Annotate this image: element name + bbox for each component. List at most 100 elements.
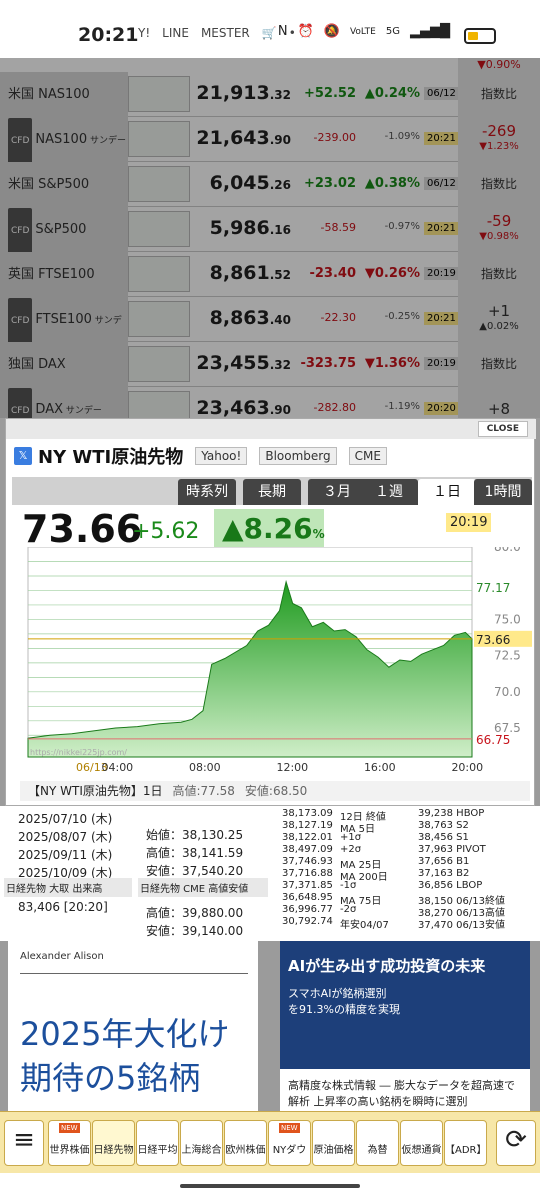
ma-value: 37,716.88 — [282, 868, 333, 879]
tab-1-week[interactable]: １週 — [360, 479, 418, 505]
ma-label: 年安04/07 — [340, 920, 389, 931]
x-tick-label: 20:00 — [451, 761, 483, 774]
ma-value: 36,648.95 — [282, 892, 333, 903]
pivot-value: 39,238 HBOP — [418, 808, 485, 819]
nikkei-futures-panel: 2025/07/10 (木) 2025/08/07 (木) 2025/09/11 (… — [0, 806, 540, 941]
x-tick-label: 04:00 — [101, 761, 133, 774]
nav-item[interactable]: 為替 — [356, 1120, 399, 1166]
ma-label: -2σ — [340, 904, 357, 915]
source-bloomberg-link[interactable]: Bloomberg — [259, 447, 337, 465]
y-tick-label: 72.5 — [494, 649, 521, 663]
tab-timeseries[interactable]: 時系列 — [178, 479, 236, 505]
chart-watermark: https://nikkei225jp.com/ — [30, 748, 127, 757]
source-cme-link[interactable]: CME — [348, 447, 387, 465]
signal-icon: ▂▄▆█ — [410, 24, 450, 39]
refresh-button[interactable]: ⟳ — [496, 1120, 536, 1166]
nav-item[interactable]: 上海総合 — [180, 1120, 223, 1166]
futures-stat: 安値：37,540.20 — [146, 864, 244, 878]
tab-1-hour[interactable]: 1時間 — [474, 479, 532, 505]
footer-title: 【NY WTI原油先物】1日 — [28, 784, 163, 798]
alarm-icon: ⏰ — [297, 24, 314, 39]
close-button[interactable]: CLOSE — [477, 421, 528, 437]
mester-icon: MESTER — [200, 26, 250, 40]
x-tick-label: 16:00 — [364, 761, 396, 774]
pivot-value: 37,163 B2 — [418, 868, 470, 879]
x-share-icon[interactable]: 𝕏 — [14, 447, 32, 465]
cme-high: 高値：39,880.00 — [146, 906, 244, 920]
nav-item[interactable]: 【ADR】 — [444, 1120, 487, 1166]
ad-author: Alexander Alison — [20, 951, 104, 962]
volume-header: 日経先物 大取 出来高 — [4, 878, 132, 897]
status-time: 20:21 — [78, 24, 139, 46]
nav-item[interactable]: 日経平均 — [136, 1120, 179, 1166]
low-label: 66.75 — [476, 733, 510, 747]
ad-banner-line1: スマホAIが銘柄選別 — [288, 987, 387, 1000]
pivot-value: 38,456 S1 — [418, 832, 469, 843]
pivot-value: 38,763 S2 — [418, 820, 469, 831]
tab-1-day[interactable]: １日 — [418, 479, 476, 505]
ad-right[interactable]: AIが生み出す成功投資の未来 スマホAIが銘柄選別 を91.3%の精度を実現 高… — [280, 941, 530, 1111]
chart-footer: 【NY WTI原油先物】1日 高値:77.58 安値:68.50 — [20, 781, 530, 801]
menu-button[interactable]: ≡ — [4, 1120, 44, 1166]
futures-stat: 高値：38,141.59 — [146, 846, 244, 860]
yahoo-icon: Y! — [138, 26, 151, 40]
high-label: 77.17 — [476, 581, 510, 595]
volume-value: 83,406 [20:20] — [18, 900, 108, 914]
percent-unit: % — [312, 527, 325, 541]
nav-item[interactable]: NYダウ NEW — [268, 1120, 311, 1166]
tab-3-month[interactable]: ３月 — [308, 479, 366, 505]
nav-item[interactable]: 仮想通貨 — [400, 1120, 443, 1166]
ma-label: +2σ — [340, 844, 362, 855]
y-tick-label: 80.0 — [494, 547, 521, 554]
cart-icon: 🛒 — [261, 26, 277, 40]
battery-icon — [464, 28, 496, 44]
source-yahoo-link[interactable]: Yahoo! — [195, 447, 248, 465]
period-tabs: 時系列 長期 ３月 １週 １日 1時間 — [12, 477, 532, 505]
nav-item[interactable]: 原油価格 — [312, 1120, 355, 1166]
nav-item[interactable]: 日経先物 — [92, 1120, 135, 1166]
ad-headline-1: 2025年大化け — [20, 1015, 230, 1053]
tab-long-term[interactable]: 長期 — [243, 479, 301, 505]
nav-item[interactable]: 欧州株価 — [224, 1120, 267, 1166]
y-tick-label: 70.0 — [494, 685, 521, 699]
pivot-value: 37,656 B1 — [418, 856, 470, 867]
ma-value: 37,746.93 — [282, 856, 333, 867]
nfc-icon: N — [277, 24, 288, 39]
pivot-value: 37,963 PIVOT — [418, 844, 486, 855]
modal-title-row: 𝕏 NY WTI原油先物 Yahoo! Bloomberg CME — [14, 445, 387, 468]
futures-stat: 始値：38,130.25 — [146, 828, 244, 842]
ma-label: +1σ — [340, 832, 362, 843]
new-badge: NEW — [279, 1123, 300, 1133]
y-tick-label: 75.0 — [494, 612, 521, 626]
cme-header: 日経先物 CME 高値安値 — [138, 878, 268, 897]
expiry-date: 2025/09/11 (木) — [18, 848, 113, 862]
bottom-navigation: ≡ ⟳ 世界株価 NEW 日経先物 日経平均 上海総合 欧州株価 NYダウ NEW 原油価格 為替… — [0, 1111, 540, 1173]
percent-change-value: ▲8.26 — [222, 512, 313, 545]
x-tick-label: 12:00 — [276, 761, 308, 774]
nav-item[interactable]: 世界株価 NEW — [48, 1120, 91, 1166]
ad-divider — [20, 973, 248, 974]
volte-icon: VoLTE — [349, 26, 376, 37]
price-chart[interactable]: 67.570.072.575.080.077.1773.6666.7506/13… — [20, 547, 532, 779]
gesture-bar — [0, 1173, 540, 1199]
price-change: +5.62 — [132, 519, 200, 544]
new-badge: NEW — [59, 1123, 80, 1133]
pivot-value: 36,856 LBOP — [418, 880, 483, 891]
last-update-time: 20:19 — [446, 513, 492, 532]
ad-caption-1: 高精度な株式情報 ― 膨大なデータを超高速で — [288, 1079, 515, 1092]
ma-value: 38,122.01 — [282, 832, 333, 843]
modal-topbar: CLOSE — [6, 419, 536, 439]
ma-value: 36,996.77 — [282, 904, 333, 915]
ma-value: 37,371.85 — [282, 880, 333, 891]
ma-value: 30,792.74 — [282, 916, 333, 927]
ad-caption-2: 解析 上昇率の高い銘柄を瞬時に選別 — [288, 1095, 468, 1108]
5g-icon: 5G — [385, 26, 400, 37]
line-icon: LINE — [162, 26, 189, 40]
ma-label: -1σ — [340, 880, 357, 891]
status-right-icons: N ⏰ 🔕 VoLTE 5G ▂▄▆█ — [278, 24, 450, 39]
current-label: 73.66 — [476, 633, 510, 647]
pivot-value: 37,470 06/13安値 — [418, 920, 505, 931]
ad-left[interactable]: Alexander Alison 2025年大化け 期待の5銘柄 — [8, 941, 258, 1111]
modal-title: NY WTI原油先物 — [38, 447, 184, 468]
ma-value: 38,497.09 — [282, 844, 333, 855]
